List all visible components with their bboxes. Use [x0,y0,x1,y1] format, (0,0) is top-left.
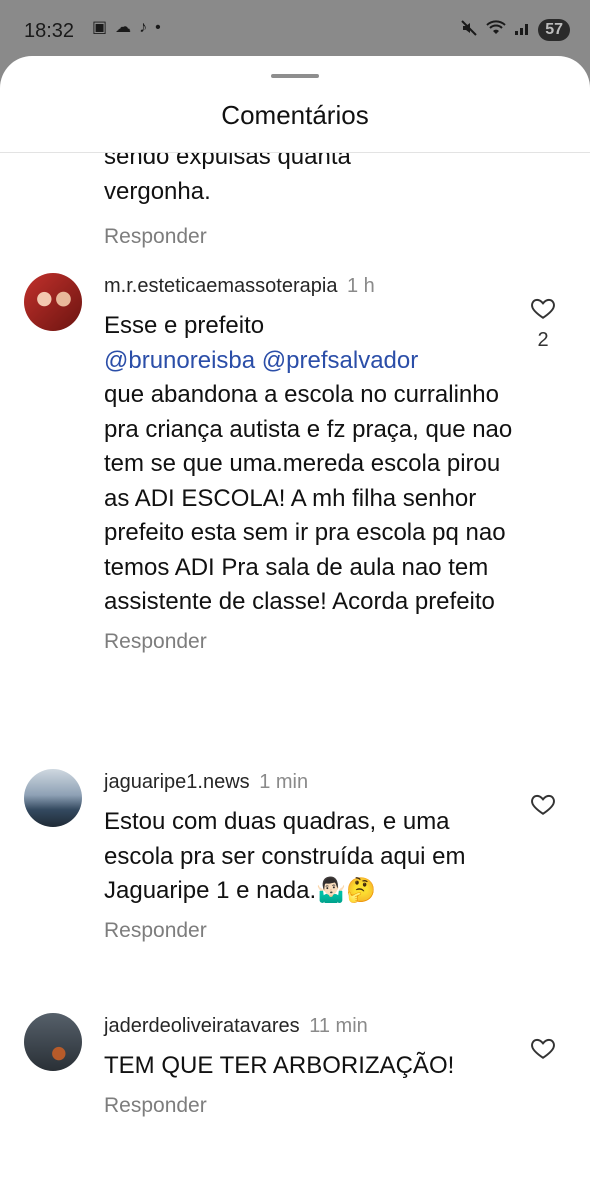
comment-text: Esse e prefeito @brunoreisba @prefsalvad… [104,309,514,620]
like-control[interactable] [528,1035,558,1061]
sheet-title: Comentários [221,100,369,130]
drag-handle[interactable] [271,74,319,78]
comments-sheet: Comentários sendo expulsas quanta vergon… [0,56,590,1200]
comment-meta: jaderdeoliveiratavares 11 min [104,1013,514,1039]
username[interactable]: m.r.esteticaemassoterapia [104,275,337,297]
list-item: jaguaripe1.news 1 min Estou com duas qua… [0,769,590,1013]
reply-button[interactable]: Responder [104,1094,207,1118]
wifi-icon [486,20,506,40]
screenshot-icon: ▣ [92,19,108,36]
heart-icon[interactable] [530,791,556,817]
list-item: m.r.esteticaemassoterapia 1 h Esse e pre… [0,261,590,769]
like-count: 2 [537,329,549,351]
tiktok-icon: ♪ [139,19,148,36]
list-item: sendo expulsas quanta vergonha. Responde… [0,153,590,261]
username[interactable]: jaderdeoliveiratavares [104,1015,300,1037]
like-control[interactable] [528,791,558,817]
mute-icon [460,19,478,41]
avatar[interactable] [24,1013,82,1071]
comment-meta: jaguaripe1.news 1 min [104,769,514,795]
username[interactable]: jaguaripe1.news [104,771,250,793]
status-system-icons: 57 [460,19,570,41]
reply-button[interactable]: Responder [104,630,207,654]
status-time: 18:32 [24,20,75,42]
comment-text-part: que abandona a escola no curralinho pra … [104,381,513,615]
heart-icon[interactable] [530,295,556,321]
comment-text-line: vergonha. [104,178,211,205]
comment-text: Estou com duas quadras, e uma escola pra… [104,808,466,904]
comment-text-part: Esse e prefeito [104,312,265,339]
comment-meta: m.r.esteticaemassoterapia 1 h [104,273,514,299]
comment-text-line: sendo expulsas quanta [104,153,351,170]
like-control[interactable]: 2 [528,295,558,352]
timestamp: 11 min [309,1015,368,1037]
reply-button[interactable]: Responder [104,219,207,254]
timestamp: 1 h [347,275,375,297]
dot-icon: • [155,19,161,36]
mention-link[interactable]: @brunoreisba [104,347,255,374]
comments-list[interactable]: sendo expulsas quanta vergonha. Responde… [0,153,590,1200]
cloud-icon: ☁ [115,19,132,36]
list-item: jaderdeoliveiratavares 11 min TEM QUE TE… [0,1013,590,1200]
status-bar: 18:32 ▣ ☁ ♪ • 57 [0,0,590,62]
reply-button[interactable]: Responder [104,919,207,943]
timestamp: 1 min [259,771,309,793]
heart-icon[interactable] [530,1035,556,1061]
comment-text: TEM QUE TER ARBORIZAÇÃO! [104,1052,455,1079]
avatar[interactable] [24,273,82,331]
signal-icon [514,20,530,40]
avatar[interactable] [24,769,82,827]
battery-indicator: 57 [538,19,570,41]
comment-text: sendo expulsas quanta vergonha. Responde… [104,153,514,254]
status-notification-icons: ▣ ☁ ♪ • [92,20,161,36]
mention-link[interactable]: @prefsalvador [262,347,418,374]
